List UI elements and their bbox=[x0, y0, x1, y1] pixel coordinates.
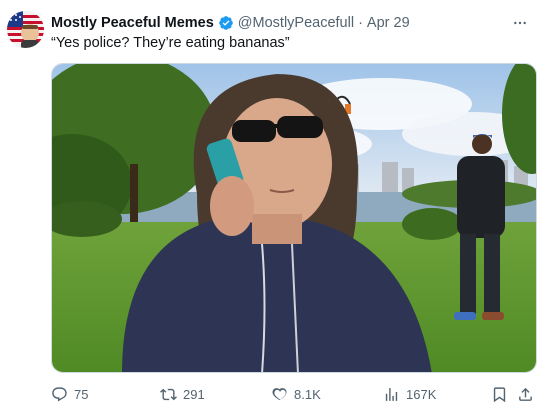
tweet-date[interactable]: Apr 29 bbox=[367, 15, 410, 31]
photo-illustration bbox=[52, 64, 536, 372]
view-count: 167K bbox=[406, 386, 437, 402]
like-count: 8.1K bbox=[294, 386, 321, 402]
avatar-flag-image bbox=[7, 11, 44, 48]
author-handle[interactable]: @MostlyPeacefull bbox=[238, 15, 354, 31]
bookmark-icon bbox=[493, 386, 506, 402]
tweet-header: Mostly Peaceful Memes @MostlyPeacefull ·… bbox=[51, 13, 529, 33]
avatar[interactable] bbox=[7, 11, 44, 48]
bookmark-button[interactable] bbox=[491, 384, 508, 404]
reply-icon bbox=[52, 386, 67, 402]
reply-button[interactable]: 75 bbox=[51, 384, 88, 404]
share-icon bbox=[519, 387, 532, 401]
author-name[interactable]: Mostly Peaceful Memes bbox=[51, 15, 214, 31]
action-bar: 75 291 8.1K 167K bbox=[51, 384, 532, 404]
views-chart-icon bbox=[385, 387, 398, 401]
retweet-icon bbox=[160, 388, 177, 400]
tweet-media-photo[interactable] bbox=[51, 63, 537, 373]
views-button[interactable]: 167K bbox=[383, 384, 436, 404]
tweet-card[interactable]: Mostly Peaceful Memes @MostlyPeacefull ·… bbox=[0, 0, 537, 410]
verified-badge-icon bbox=[218, 16, 233, 30]
heart-icon bbox=[272, 387, 287, 400]
reply-count: 75 bbox=[74, 386, 89, 402]
retweet-button[interactable]: 291 bbox=[160, 384, 205, 404]
tweet-text: “Yes police? They’re eating bananas” bbox=[51, 35, 290, 51]
header-separator: · bbox=[358, 15, 363, 31]
more-options-icon[interactable] bbox=[511, 15, 529, 31]
like-button[interactable]: 8.1K bbox=[271, 384, 321, 404]
share-button[interactable] bbox=[517, 384, 534, 404]
retweet-count: 291 bbox=[183, 386, 205, 402]
